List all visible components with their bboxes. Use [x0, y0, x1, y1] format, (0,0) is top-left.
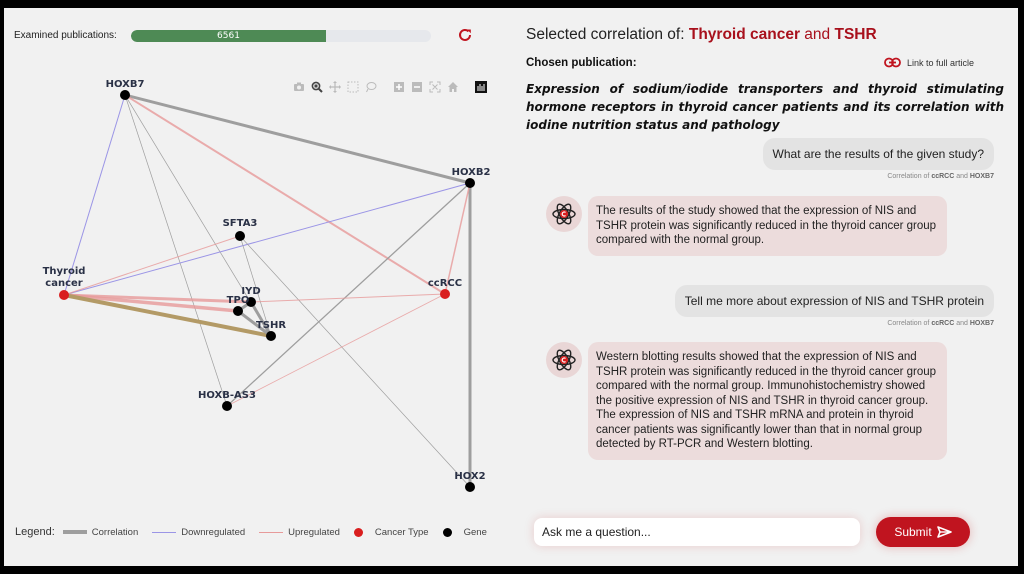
zoom-in-button[interactable] — [392, 80, 406, 94]
legend-item-cancer-type: Cancer Type — [353, 526, 429, 538]
bot-message: The results of the study showed that the… — [588, 196, 947, 256]
node-label: SFTA3 — [223, 218, 258, 229]
legend: Legend: Correlation Downregulated Upregu… — [15, 526, 501, 538]
edge-correlation[interactable] — [124, 94, 228, 407]
meta-and: and — [956, 173, 968, 180]
lasso-button[interactable] — [364, 80, 378, 94]
node-label: HOXB7 — [106, 79, 145, 90]
node-sfta3[interactable] — [235, 231, 245, 241]
zoom-in-icon — [394, 82, 404, 92]
node-label: TPO — [227, 295, 250, 306]
send-icon — [936, 526, 952, 538]
node-label: ccRCC — [428, 278, 462, 289]
camera-icon — [294, 82, 304, 91]
user-message: Tell me more about expression of NIS and… — [674, 285, 994, 317]
edge-upregulated[interactable] — [226, 293, 446, 407]
correlation-swatch — [62, 530, 87, 534]
meta-prefix: Correlation of — [887, 320, 930, 327]
meta-and: and — [956, 320, 968, 327]
node-label: HOXB2 — [452, 167, 491, 178]
autoscale-button[interactable] — [428, 80, 442, 94]
selected-and: and — [804, 26, 831, 43]
plotly-logo-icon — [475, 81, 487, 93]
selected-cancer: Thyroid cancer — [688, 26, 800, 43]
box-select-button[interactable] — [346, 80, 360, 94]
edge-upregulated[interactable] — [63, 235, 241, 296]
legend-label: Upregulated — [288, 526, 340, 538]
edge-downregulated[interactable] — [63, 94, 126, 296]
upregulated-swatch — [259, 531, 284, 533]
message-meta: Correlation of ccRCC and HOXB7 — [887, 320, 994, 327]
user-message: What are the results of the given study? — [762, 138, 994, 170]
pan-button[interactable] — [328, 80, 342, 94]
bot-message: Western blotting results showed that the… — [588, 342, 947, 460]
chosen-publication-label: Chosen publication: — [526, 57, 637, 69]
camera-button[interactable] — [292, 80, 306, 94]
legend-item-gene: Gene — [442, 526, 487, 538]
node-label: TSHR — [256, 320, 286, 331]
meta-b: HOXB7 — [969, 320, 994, 327]
full-article-link[interactable]: Link to full article — [884, 57, 974, 68]
meta-b: HOXB7 — [969, 173, 994, 180]
atom-icon — [552, 349, 576, 371]
graph-panel: Examined publications: 6561 HOXB7 HOXB2 SF… — [4, 8, 514, 566]
bot-avatar — [546, 342, 582, 378]
node-thyroid-cancer[interactable] — [59, 290, 69, 300]
edge-correlation[interactable] — [124, 93, 471, 185]
node-hoxb-as3[interactable] — [222, 401, 232, 411]
gene-dot-icon — [442, 527, 452, 537]
chat-panel: Selected correlation of: Thyroid cancer … — [514, 8, 1018, 566]
home-icon — [448, 82, 458, 92]
cancer-type-dot-icon — [353, 527, 363, 537]
legend-label: Correlation — [91, 526, 139, 538]
lasso-icon — [366, 82, 377, 93]
submit-label: Submit — [894, 525, 932, 539]
node-label: HOXB-AS3 — [198, 390, 256, 401]
atom-icon — [552, 203, 576, 225]
zoom-out-icon — [412, 82, 422, 92]
autoscale-icon — [429, 81, 441, 93]
zoom-icon — [311, 81, 323, 93]
meta-prefix: Correlation of — [887, 173, 930, 180]
graph-toolbar — [292, 80, 488, 94]
edge-upregulated[interactable] — [124, 94, 446, 295]
legend-label: Cancer Type — [374, 526, 429, 538]
node-label: Thyroid cancer — [43, 266, 86, 289]
zoom-button[interactable] — [310, 80, 324, 94]
legend-item-correlation: Correlation — [62, 526, 139, 538]
meta-a: ccRCC — [931, 173, 955, 180]
plotly-logo[interactable] — [474, 80, 488, 94]
node-hoxb7[interactable] — [120, 90, 130, 100]
node-label: HOX2 — [454, 471, 485, 482]
node-hoxb2[interactable] — [465, 178, 475, 188]
node-ccrcc[interactable] — [440, 289, 450, 299]
home-button[interactable] — [446, 80, 460, 94]
submit-button[interactable]: Submit — [876, 517, 970, 547]
box-select-icon — [347, 81, 359, 93]
edge-correlation[interactable] — [239, 235, 471, 488]
legend-item-downregulated: Downregulated — [152, 527, 245, 538]
meta-a: ccRCC — [931, 320, 955, 327]
downregulated-swatch — [152, 531, 177, 533]
link-icon — [884, 57, 901, 68]
node-hox2[interactable] — [465, 482, 475, 492]
question-input[interactable] — [534, 518, 860, 546]
selected-correlation-heading: Selected correlation of: Thyroid cancer … — [526, 26, 877, 44]
selected-prefix: Selected correlation of: — [526, 26, 685, 43]
selected-gene: TSHR — [834, 26, 877, 43]
message-meta: Correlation of ccRCC and HOXB7 — [887, 173, 994, 180]
legend-label: Gene — [463, 526, 487, 538]
node-tpo[interactable] — [233, 306, 243, 316]
pan-icon — [329, 81, 341, 93]
app-window: Examined publications: 6561 HOXB7 HOXB2 SF… — [4, 8, 1018, 566]
bot-avatar — [546, 196, 582, 232]
legend-title: Legend: — [15, 526, 55, 538]
legend-label: Downregulated — [181, 526, 246, 538]
link-label: Link to full article — [907, 57, 975, 68]
node-tshr[interactable] — [266, 331, 276, 341]
publication-title: Expression of sodium/iodide transporters… — [526, 82, 1004, 132]
legend-item-upregulated: Upregulated — [259, 527, 340, 538]
zoom-out-button[interactable] — [410, 80, 424, 94]
